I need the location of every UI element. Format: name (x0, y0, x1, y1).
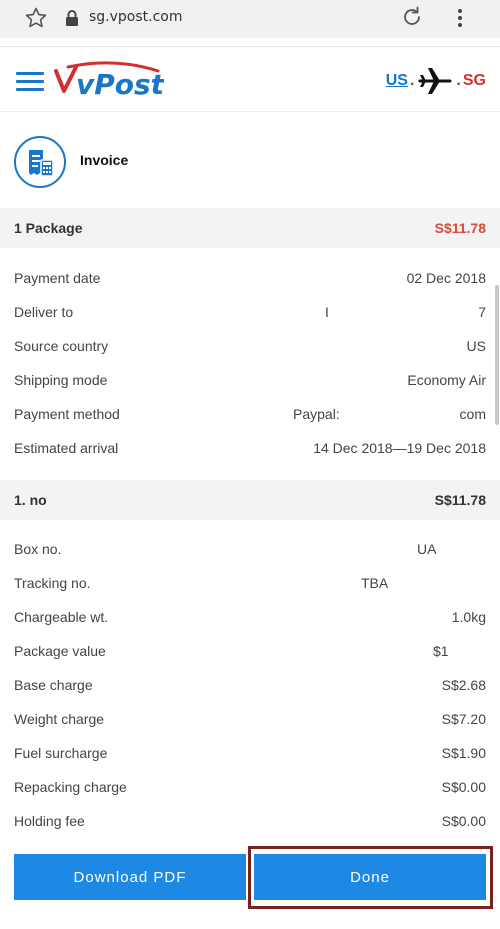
browser-toolbar: sg.vpost.com (0, 0, 500, 38)
lock-icon (66, 10, 78, 26)
reload-icon[interactable] (400, 5, 424, 29)
shipping-mode-row: Shipping mode Economy Air (0, 364, 500, 398)
row-label: Source country (14, 338, 109, 354)
weight-charge-row: Weight charge S$7.20 (0, 703, 500, 737)
airplane-icon (418, 68, 452, 94)
row-label: Payment date (14, 270, 101, 286)
overflow-menu-icon[interactable] (452, 6, 468, 30)
holding-fee-row: Holding fee S$0.00 (0, 805, 500, 839)
address-bar-url[interactable]: sg.vpost.com (89, 9, 183, 25)
row-value: 7 (478, 304, 486, 320)
row-label: Box no. (14, 541, 62, 557)
row-value: com (459, 406, 486, 422)
payment-method-row: Payment method Paypal: com (0, 398, 500, 432)
package-value-row: Package value $1 (0, 635, 500, 669)
row-value: 14 Dec 2018—19 Dec 2018 (313, 440, 486, 456)
row-value: 02 Dec 2018 (406, 270, 486, 286)
row-value-partial: Paypal: (293, 406, 340, 422)
chargeable-weight-row: Chargeable wt. 1.0kg (0, 601, 500, 635)
row-value-partial: I (325, 304, 329, 320)
fuel-surcharge-row: Fuel surcharge S$1.90 (0, 737, 500, 771)
row-value: 1.0kg (451, 609, 486, 625)
row-label: Tracking no. (14, 575, 91, 591)
row-label: Package value (14, 643, 106, 659)
row-value: US (466, 338, 486, 354)
estimated-arrival-row: Estimated arrival 14 Dec 2018—19 Dec 201… (0, 432, 500, 466)
row-value-partial: TBA (361, 575, 389, 591)
invoice-header: Invoice (0, 120, 500, 206)
row-label: Fuel surcharge (14, 745, 108, 761)
row-label: Estimated arrival (14, 440, 119, 456)
row-label: Holding fee (14, 813, 85, 829)
item-total: S$11.78 (434, 492, 486, 508)
row-label: Repacking charge (14, 779, 127, 795)
invoice-title: Invoice (80, 152, 129, 168)
page-scrollbar[interactable] (495, 285, 499, 425)
row-label: Base charge (14, 677, 93, 693)
route-dots-right: . (456, 72, 461, 89)
row-label: Weight charge (14, 711, 105, 727)
row-label: Chargeable wt. (14, 609, 109, 625)
package-count-label: 1 Package (14, 220, 83, 236)
box-no-row: Box no. UA (0, 533, 500, 567)
row-value-partial: $1 (433, 643, 449, 659)
site-header: vPost US . . SG (0, 46, 500, 112)
repacking-charge-row: Repacking charge S$0.00 (0, 771, 500, 805)
row-value: S$7.20 (441, 711, 486, 727)
base-charge-row: Base charge S$2.68 (0, 669, 500, 703)
source-country-row: Source country US (0, 330, 500, 364)
row-value: S$1.90 (441, 745, 486, 761)
bookmark-star-icon[interactable] (24, 6, 48, 30)
invoice-icon (14, 136, 66, 188)
row-value: S$0.00 (441, 813, 486, 829)
logo-text: vPost (76, 68, 164, 101)
shipping-route: US . . SG (386, 65, 486, 97)
download-pdf-button[interactable]: Download PDF (14, 854, 246, 900)
route-dots-left: . (409, 72, 415, 89)
row-value-partial: UA (417, 541, 437, 557)
package-total: S$11.78 (434, 220, 486, 236)
hamburger-menu-icon[interactable] (16, 72, 44, 92)
row-value: S$0.00 (441, 779, 486, 795)
item-header: 1. no S$11.78 (0, 480, 500, 520)
item-label: 1. no (14, 492, 47, 508)
done-button[interactable]: Done (254, 854, 486, 900)
tracking-no-row: Tracking no. TBA (0, 567, 500, 601)
route-destination: SG (462, 72, 486, 89)
row-label: Deliver to (14, 304, 74, 320)
deliver-to-row: Deliver to I 7 (0, 296, 500, 330)
row-value: S$2.68 (441, 677, 486, 693)
payment-date-row: Payment date 02 Dec 2018 (0, 262, 500, 296)
row-value: Economy Air (407, 372, 486, 388)
row-label: Payment method (14, 406, 120, 422)
row-label: Shipping mode (14, 372, 108, 388)
vpost-logo[interactable]: vPost (54, 61, 164, 101)
package-summary-header: 1 Package S$11.78 (0, 208, 500, 248)
route-origin-link[interactable]: US (386, 72, 408, 90)
